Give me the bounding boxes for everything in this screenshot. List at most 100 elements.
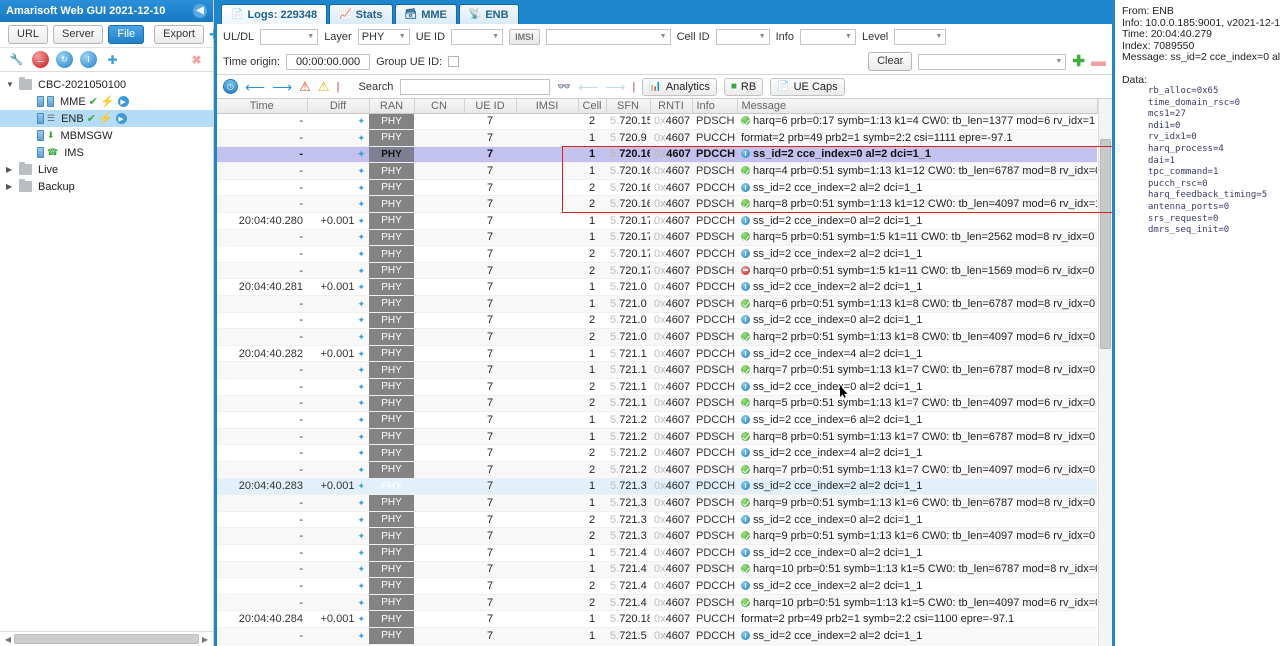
column-header-time[interactable]: Time bbox=[217, 99, 308, 114]
column-header-diff[interactable]: Diff bbox=[307, 99, 370, 114]
play-icon[interactable]: ▶ bbox=[117, 96, 129, 107]
column-header-cn[interactable]: CN bbox=[414, 99, 465, 114]
refresh-icon[interactable]: ↻ bbox=[56, 51, 73, 68]
scroll-left-icon[interactable]: ◀ bbox=[2, 635, 14, 644]
table-row[interactable]: - ✦ PHY 7 2 5.720.16 0x4607 PDCCH ss_id=2 cce_in… bbox=[217, 179, 1098, 197]
ueid-select[interactable]: ▼ bbox=[451, 28, 504, 45]
log-table-body[interactable]: - ✦ PHY 7 2 5.720.15 0x4607 PDSCH harq=6 prb=0:1… bbox=[217, 113, 1098, 645]
scroll-right-icon[interactable]: ▶ bbox=[199, 635, 211, 644]
server-tree[interactable]: ▼ CBC-2021050100 MME ✔ ⚡ ▶ ☰ ENB ✔ ⚡ ▶ ⬇ MBMSGW ☎ IMS ▶… bbox=[0, 72, 213, 631]
tab-stats[interactable]: 📈 Stats bbox=[329, 4, 393, 24]
column-header-imsi[interactable]: IMSI bbox=[516, 99, 579, 114]
tab-mme[interactable]: 🗃 MME bbox=[394, 4, 457, 24]
table-row[interactable]: - ✦ PHY 7 2 5.720.15 0x4607 PDSCH harq=6 prb=0:1… bbox=[217, 113, 1098, 131]
table-row[interactable]: - ✦ PHY 7 1 5.721.2 0x4607 PDCCH ss_id=2 cce_ind… bbox=[217, 411, 1098, 429]
cellid-select[interactable]: ▼ bbox=[715, 28, 770, 45]
uldl-select[interactable]: ▼ bbox=[260, 28, 319, 45]
chevron-left-icon[interactable]: ◀ bbox=[193, 4, 207, 18]
chevron-right-icon[interactable]: ▶ bbox=[6, 165, 16, 174]
arrow-right-icon[interactable]: ⟶ bbox=[272, 80, 292, 94]
table-row[interactable]: 20:04:40.281 +0.001 ✦ PHY 7 1 5.721.0 0x4607 PDC… bbox=[217, 278, 1098, 297]
column-header-sfn[interactable]: SFN bbox=[606, 99, 651, 114]
block-icon[interactable]: ⚊ bbox=[32, 51, 49, 68]
table-row[interactable]: - ✦ PHY 7 2 5.721.4 0x4607 PDSCH harq=10 prb=0:5… bbox=[217, 594, 1098, 612]
log-scroll-thumb[interactable] bbox=[1099, 139, 1111, 349]
table-row[interactable]: 20:04:40.282 +0.001 ✦ PHY 7 1 5.721.1 0x4607 PDC… bbox=[217, 345, 1098, 363]
table-row[interactable]: 20:04:40.280 +0.001 ✦ PHY 7 1 5.720.17 0x4607 PD… bbox=[217, 212, 1098, 230]
table-row[interactable]: - ✦ PHY 7 1 5.720.16 0x4607 PDSCH harq=4 prb=0:5… bbox=[217, 162, 1098, 180]
table-row[interactable]: - ✦ PHY 7 2 5.721.0 0x4607 PDSCH harq=2 prb=0:51… bbox=[217, 328, 1098, 346]
table-row[interactable]: - ✦ PHY 7 2 5.720.17 0x4607 PDSCH harq=0 prb=0:5… bbox=[217, 262, 1098, 280]
group-ue-id-checkbox[interactable] bbox=[448, 56, 460, 67]
chevron-down-icon[interactable]: ▼ bbox=[6, 80, 16, 89]
time-origin-input[interactable]: 00:00:00.000 bbox=[286, 53, 371, 70]
minus-icon[interactable]: ▬ bbox=[1091, 54, 1106, 69]
add-node-icon[interactable]: ✚ bbox=[104, 51, 121, 68]
wrench-icon[interactable]: 🔧 bbox=[8, 51, 25, 68]
imsi-button[interactable]: IMSI bbox=[509, 28, 540, 45]
table-row[interactable]: - ✦ PHY 7 2 5.721.1 0x4607 PDSCH harq=5 prb=0:51… bbox=[217, 395, 1098, 413]
table-row[interactable]: - ✦ PHY 7 1 5.721.2 0x4607 PDSCH harq=8 prb=0:51… bbox=[217, 428, 1098, 446]
table-row[interactable]: - ✦ PHY 7 1 5.721.4 0x4607 PDCCH ss_id=2 cce_ind… bbox=[217, 544, 1098, 562]
tree-node-live[interactable]: ▶ Live bbox=[0, 161, 213, 178]
scroll-thumb[interactable] bbox=[14, 634, 199, 644]
rb-button[interactable]: ■ RB bbox=[723, 77, 764, 96]
analytics-button[interactable]: 📊 Analytics bbox=[642, 77, 717, 96]
tree-node-enb[interactable]: ☰ ENB ✔ ⚡ ▶ bbox=[0, 110, 213, 127]
table-row[interactable]: - ✦ PHY 7 2 5.721.2 0x4607 PDSCH harq=7 prb=0:51… bbox=[217, 461, 1098, 479]
tree-node-ims[interactable]: ☎ IMS bbox=[0, 144, 213, 161]
table-row[interactable]: - ✦ PHY 7 1 5.721.4 0x4607 PDSCH harq=10 prb=0:5… bbox=[217, 561, 1098, 579]
preset-select[interactable]: ▼ bbox=[918, 53, 1067, 70]
tree-node-cbc-2021050100[interactable]: ▼ CBC-2021050100 bbox=[0, 76, 213, 93]
info-select[interactable]: ▼ bbox=[799, 28, 856, 45]
search-next-icon[interactable]: ⟶ bbox=[605, 80, 625, 94]
binoculars-icon[interactable]: 👓 bbox=[557, 80, 571, 93]
bolt-icon[interactable]: ⚡ bbox=[101, 95, 115, 108]
close-icon[interactable]: ✖ bbox=[188, 51, 205, 68]
export-button[interactable]: Export bbox=[154, 25, 204, 44]
warning-icon[interactable]: ⚠ bbox=[318, 80, 330, 93]
table-row[interactable]: - ✦ PHY 7 2 5.720.17 0x4607 PDCCH ss_id=2 cce_in… bbox=[217, 245, 1098, 263]
play-icon[interactable]: ▶ bbox=[115, 113, 127, 124]
table-row[interactable]: 20:04:40.283 +0.001 ✦ PHY 7 1 5.721.3 0x4607 PDC… bbox=[217, 478, 1098, 496]
column-header-message[interactable]: Message bbox=[737, 99, 1098, 114]
clear-button[interactable]: Clear bbox=[868, 52, 913, 71]
left-horizontal-scrollbar[interactable]: ◀ ▶ bbox=[0, 631, 213, 646]
table-row[interactable]: - ✦ PHY 7 1 5.721.5 0x4607 PDCCH ss_id=2 cce_ind… bbox=[217, 627, 1098, 645]
table-row[interactable]: - ✦ PHY 7 2 5.721.2 0x4607 PDCCH ss_id=2 cce_ind… bbox=[217, 444, 1098, 462]
table-row[interactable]: - ✦ PHY 7 2 5.721.0 0x4607 PDCCH ss_id=2 cce_ind… bbox=[217, 312, 1098, 330]
column-header-ue-id[interactable]: UE ID bbox=[464, 99, 517, 114]
file-button[interactable]: File bbox=[108, 25, 145, 44]
layer-select[interactable]: PHY ▼ bbox=[357, 28, 410, 45]
table-row[interactable]: 20:04:40.284 +0.001 ✦ PHY 7 1 5.720.18 0x4607 PU… bbox=[217, 610, 1098, 628]
server-button[interactable]: Server bbox=[53, 25, 104, 44]
chevron-right-icon[interactable]: ▶ bbox=[6, 182, 16, 191]
arrow-left-icon[interactable]: ⟵ bbox=[245, 80, 265, 94]
table-row[interactable]: - ✦ PHY 7 1 5.721.1 0x4607 PDSCH harq=7 prb=0:51… bbox=[217, 361, 1098, 379]
plus-icon[interactable]: ✚ bbox=[1072, 54, 1085, 69]
tree-node-backup[interactable]: ▶ Backup bbox=[0, 178, 213, 195]
table-row[interactable]: - ✦ PHY 7 2 5.721.4 0x4607 PDCCH ss_id=2 cce_ind… bbox=[217, 577, 1098, 595]
tree-node-mme[interactable]: MME ✔ ⚡ ▶ bbox=[0, 93, 213, 110]
table-row[interactable]: - ✦ PHY 7 2 5.720.16 0x4607 PDSCH harq=8 prb=0:5… bbox=[217, 195, 1098, 214]
ue-caps-button[interactable]: 📄 UE Caps bbox=[770, 77, 845, 96]
tree-node-mbmsgw[interactable]: ⬇ MBMSGW bbox=[0, 127, 213, 144]
info-icon[interactable]: i bbox=[80, 51, 97, 68]
table-row[interactable]: - ✦ PHY 7 1 5.721.3 0x4607 PDSCH harq=9 prb=0:51… bbox=[217, 494, 1098, 512]
table-row[interactable]: - ✦ PHY 7 1 5.720.16 0x4607 PDCCH ss_id=2 cce_in… bbox=[217, 146, 1098, 164]
search-input[interactable] bbox=[400, 78, 551, 95]
error-icon[interactable]: ⚠ bbox=[299, 80, 311, 93]
column-header-info[interactable]: Info bbox=[692, 99, 738, 114]
url-button[interactable]: URL bbox=[8, 25, 49, 44]
imsi-select[interactable]: ▼ bbox=[545, 28, 671, 45]
tab-logs[interactable]: 📄 Logs: 229348 bbox=[221, 4, 328, 24]
column-header-rnti[interactable]: RNTI bbox=[650, 99, 693, 114]
column-header-ran[interactable]: RAN bbox=[369, 99, 415, 114]
search-prev-icon[interactable]: ⟵ bbox=[578, 80, 598, 94]
log-vertical-scrollbar[interactable] bbox=[1097, 99, 1112, 646]
table-row[interactable]: - ✦ PHY 7 2 5.721.3 0x4607 PDCCH ss_id=2 cce_ind… bbox=[217, 511, 1098, 529]
table-row[interactable]: - ✦ PHY 7 1 5.720.17 0x4607 PDSCH harq=5 prb=0:5… bbox=[217, 229, 1098, 247]
tab-enb[interactable]: 📡 ENB bbox=[458, 4, 519, 24]
bolt-icon[interactable]: ⚡ bbox=[99, 112, 113, 125]
table-row[interactable]: - ✦ PHY 7 1 5.720.9 0x4607 PUCCH format=2 prb=49… bbox=[217, 129, 1098, 147]
